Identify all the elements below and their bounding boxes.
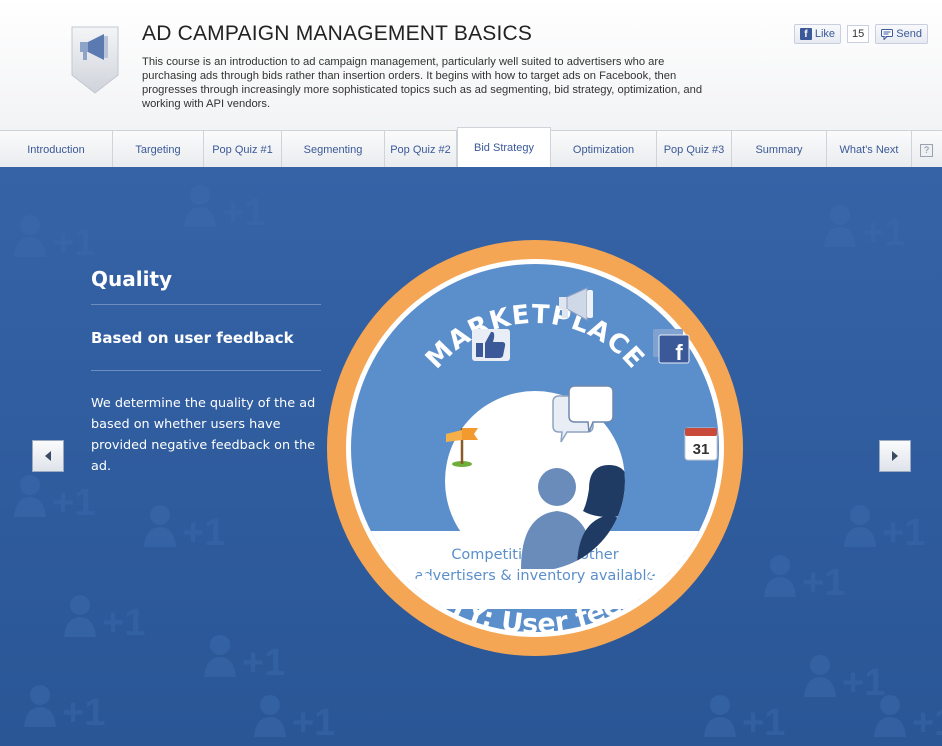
course-badge-megaphone-icon <box>70 25 120 95</box>
divider <box>91 304 321 305</box>
thumbs-up-icon <box>472 329 510 361</box>
help-button[interactable]: ? <box>912 131 941 167</box>
calendar-icon: 31 <box>684 427 718 461</box>
tab-optimization[interactable]: Optimization <box>551 131 657 167</box>
send-icon <box>881 28 894 40</box>
slide-title: Quality <box>91 267 173 291</box>
next-slide-button[interactable] <box>879 440 911 472</box>
tab-segmenting[interactable]: Segmenting <box>282 131 385 167</box>
tab-whats-next[interactable]: What's Next <box>827 131 912 167</box>
course-tab-bar: Introduction Targeting Pop Quiz #1 Segme… <box>0 127 942 169</box>
arrow-right-icon <box>892 451 898 461</box>
lesson-stage: +1 Quality Based on user feedback We det… <box>0 167 942 746</box>
like-count: 15 <box>847 25 870 43</box>
marketplace-diagram: MARKETPLACE Competition with other adver… <box>327 240 743 656</box>
slide-body-text: We determine the quality of the ad based… <box>91 396 316 474</box>
arrow-left-icon <box>45 451 51 461</box>
page-title: AD CAMPAIGN MANAGEMENT BASICS <box>142 22 533 45</box>
tab-bid-strategy[interactable]: Bid Strategy <box>457 127 551 169</box>
svg-text:31: 31 <box>693 441 710 458</box>
tab-pop-quiz-2[interactable]: Pop Quiz #2 <box>385 131 457 167</box>
svg-text:f: f <box>675 340 683 365</box>
facebook-like-button[interactable]: f Like <box>793 24 842 44</box>
help-icon: ? <box>920 144 933 157</box>
like-label: Like <box>814 28 836 40</box>
caption-line-2: advertisers & inventory available <box>415 568 656 584</box>
divider <box>91 370 321 371</box>
tab-pop-quiz-3[interactable]: Pop Quiz #3 <box>657 131 732 167</box>
tab-introduction[interactable]: Introduction <box>0 131 113 167</box>
tab-summary[interactable]: Summary <box>732 131 827 167</box>
facebook-icon: f <box>799 28 812 40</box>
send-label: Send <box>896 28 922 40</box>
course-header: AD CAMPAIGN MANAGEMENT BASICS This cours… <box>0 0 942 130</box>
tab-targeting[interactable]: Targeting <box>113 131 204 167</box>
slide-subtitle: Based on user feedback <box>91 329 294 347</box>
send-button[interactable]: Send <box>875 24 928 44</box>
social-buttons: f Like 15 Send <box>793 24 928 44</box>
previous-slide-button[interactable] <box>32 440 64 472</box>
course-description: This course is an introduction to ad cam… <box>142 56 703 110</box>
tab-pop-quiz-1[interactable]: Pop Quiz #1 <box>204 131 282 167</box>
